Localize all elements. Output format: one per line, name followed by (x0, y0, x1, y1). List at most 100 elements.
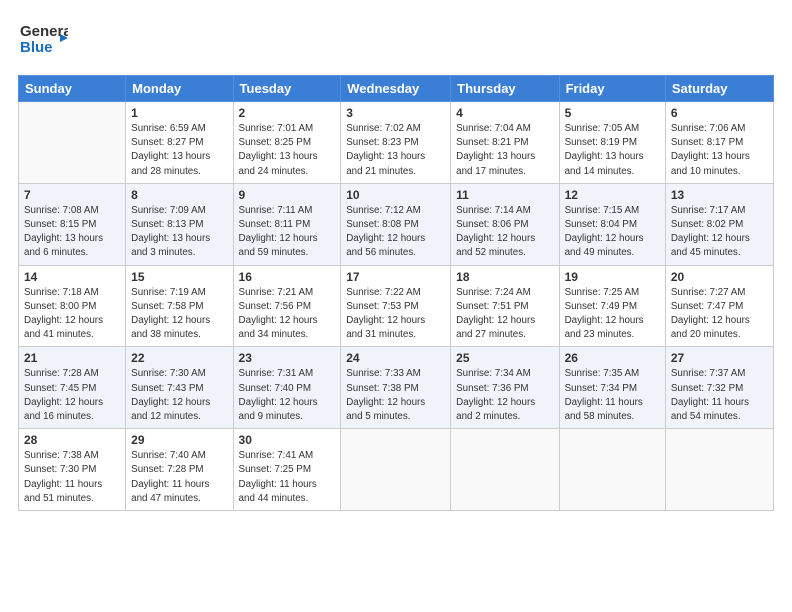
logo-icon: General Blue (18, 16, 68, 60)
day-number: 14 (24, 270, 120, 284)
day-number: 7 (24, 188, 120, 202)
day-number: 13 (671, 188, 768, 202)
day-info: Sunrise: 7:08 AM Sunset: 8:15 PM Dayligh… (24, 204, 120, 261)
day-number: 24 (346, 351, 445, 365)
calendar-cell (341, 429, 451, 511)
day-number: 6 (671, 106, 768, 120)
day-number: 21 (24, 351, 120, 365)
day-info: Sunrise: 7:17 AM Sunset: 8:02 PM Dayligh… (671, 204, 768, 261)
day-info: Sunrise: 7:12 AM Sunset: 8:08 PM Dayligh… (346, 204, 445, 261)
day-info: Sunrise: 7:37 AM Sunset: 7:32 PM Dayligh… (671, 367, 768, 424)
day-header-friday: Friday (559, 76, 665, 102)
calendar-table: SundayMondayTuesdayWednesdayThursdayFrid… (18, 75, 774, 511)
day-number: 29 (131, 433, 227, 447)
calendar-cell: 29 Sunrise: 7:40 AM Sunset: 7:28 PM Dayli… (126, 429, 233, 511)
day-info: Sunrise: 7:30 AM Sunset: 7:43 PM Dayligh… (131, 367, 227, 424)
day-number: 12 (565, 188, 660, 202)
calendar-cell: 30 Sunrise: 7:41 AM Sunset: 7:25 PM Dayli… (233, 429, 341, 511)
day-info: Sunrise: 7:38 AM Sunset: 7:30 PM Dayligh… (24, 449, 120, 506)
day-number: 25 (456, 351, 553, 365)
day-info: Sunrise: 6:59 AM Sunset: 8:27 PM Dayligh… (131, 122, 227, 179)
calendar-cell: 4Sunrise: 7:04 AM Sunset: 8:21 PM Daylig… (451, 102, 559, 184)
day-info: Sunrise: 7:22 AM Sunset: 7:53 PM Dayligh… (346, 286, 445, 343)
calendar-cell (19, 102, 126, 184)
day-number: 27 (671, 351, 768, 365)
calendar-cell: 19 Sunrise: 7:25 AM Sunset: 7:49 PM Dayli… (559, 265, 665, 347)
day-number: 1 (131, 106, 227, 120)
calendar-cell: 5 Sunrise: 7:05 AM Sunset: 8:19 PM Daylig… (559, 102, 665, 184)
calendar-week-1: 1 Sunrise: 6:59 AM Sunset: 8:27 PM Daylig… (19, 102, 774, 184)
calendar-cell: 2 Sunrise: 7:01 AM Sunset: 8:25 PM Daylig… (233, 102, 341, 184)
calendar-cell: 14 Sunrise: 7:18 AM Sunset: 8:00 PM Dayli… (19, 265, 126, 347)
calendar-cell: 21 Sunrise: 7:28 AM Sunset: 7:45 PM Dayli… (19, 347, 126, 429)
day-info: Sunrise: 7:40 AM Sunset: 7:28 PM Dayligh… (131, 449, 227, 506)
day-info: Sunrise: 7:01 AM Sunset: 8:25 PM Dayligh… (239, 122, 336, 179)
calendar-cell: 27 Sunrise: 7:37 AM Sunset: 7:32 PM Dayli… (665, 347, 773, 429)
calendar-header-row: SundayMondayTuesdayWednesdayThursdayFrid… (19, 76, 774, 102)
calendar-cell: 28 Sunrise: 7:38 AM Sunset: 7:30 PM Dayli… (19, 429, 126, 511)
calendar-cell: 25 Sunrise: 7:34 AM Sunset: 7:36 PM Dayli… (451, 347, 559, 429)
day-number: 3 (346, 106, 445, 120)
day-info: Sunrise: 7:35 AM Sunset: 7:34 PM Dayligh… (565, 367, 660, 424)
logo: General Blue (18, 16, 68, 65)
calendar-week-4: 21 Sunrise: 7:28 AM Sunset: 7:45 PM Dayli… (19, 347, 774, 429)
day-number: 30 (239, 433, 336, 447)
day-header-sunday: Sunday (19, 76, 126, 102)
day-number: 23 (239, 351, 336, 365)
calendar-cell: 7 Sunrise: 7:08 AM Sunset: 8:15 PM Daylig… (19, 183, 126, 265)
day-info: Sunrise: 7:02 AM Sunset: 8:23 PM Dayligh… (346, 122, 445, 179)
day-number: 5 (565, 106, 660, 120)
day-number: 22 (131, 351, 227, 365)
calendar-cell: 9 Sunrise: 7:11 AM Sunset: 8:11 PM Daylig… (233, 183, 341, 265)
day-header-wednesday: Wednesday (341, 76, 451, 102)
calendar-cell: 8 Sunrise: 7:09 AM Sunset: 8:13 PM Daylig… (126, 183, 233, 265)
day-info: Sunrise: 7:06 AM Sunset: 8:17 PM Dayligh… (671, 122, 768, 179)
day-info: Sunrise: 7:24 AM Sunset: 7:51 PM Dayligh… (456, 286, 553, 343)
day-info: Sunrise: 7:04 AM Sunset: 8:21 PM Dayligh… (456, 122, 553, 179)
day-number: 26 (565, 351, 660, 365)
day-info: Sunrise: 7:34 AM Sunset: 7:36 PM Dayligh… (456, 367, 553, 424)
day-number: 9 (239, 188, 336, 202)
calendar-cell: 18 Sunrise: 7:24 AM Sunset: 7:51 PM Dayli… (451, 265, 559, 347)
calendar-week-3: 14 Sunrise: 7:18 AM Sunset: 8:00 PM Dayli… (19, 265, 774, 347)
day-number: 16 (239, 270, 336, 284)
day-header-monday: Monday (126, 76, 233, 102)
day-info: Sunrise: 7:09 AM Sunset: 8:13 PM Dayligh… (131, 204, 227, 261)
calendar-cell: 1 Sunrise: 6:59 AM Sunset: 8:27 PM Daylig… (126, 102, 233, 184)
day-info: Sunrise: 7:41 AM Sunset: 7:25 PM Dayligh… (239, 449, 336, 506)
day-info: Sunrise: 7:28 AM Sunset: 7:45 PM Dayligh… (24, 367, 120, 424)
calendar-cell (451, 429, 559, 511)
day-header-saturday: Saturday (665, 76, 773, 102)
day-number: 19 (565, 270, 660, 284)
day-header-tuesday: Tuesday (233, 76, 341, 102)
day-info: Sunrise: 7:11 AM Sunset: 8:11 PM Dayligh… (239, 204, 336, 261)
day-number: 20 (671, 270, 768, 284)
day-info: Sunrise: 7:27 AM Sunset: 7:47 PM Dayligh… (671, 286, 768, 343)
svg-text:Blue: Blue (20, 39, 53, 56)
day-info: Sunrise: 7:15 AM Sunset: 8:04 PM Dayligh… (565, 204, 660, 261)
calendar-cell (665, 429, 773, 511)
calendar-cell: 10Sunrise: 7:12 AM Sunset: 8:08 PM Dayli… (341, 183, 451, 265)
calendar-cell: 12 Sunrise: 7:15 AM Sunset: 8:04 PM Dayli… (559, 183, 665, 265)
day-number: 2 (239, 106, 336, 120)
calendar-cell: 26 Sunrise: 7:35 AM Sunset: 7:34 PM Dayli… (559, 347, 665, 429)
day-info: Sunrise: 7:33 AM Sunset: 7:38 PM Dayligh… (346, 367, 445, 424)
calendar-cell: 24 Sunrise: 7:33 AM Sunset: 7:38 PM Dayli… (341, 347, 451, 429)
calendar-cell: 16 Sunrise: 7:21 AM Sunset: 7:56 PM Dayli… (233, 265, 341, 347)
day-info: Sunrise: 7:21 AM Sunset: 7:56 PM Dayligh… (239, 286, 336, 343)
calendar-cell: 22 Sunrise: 7:30 AM Sunset: 7:43 PM Dayli… (126, 347, 233, 429)
calendar-cell: 17Sunrise: 7:22 AM Sunset: 7:53 PM Dayli… (341, 265, 451, 347)
day-info: Sunrise: 7:05 AM Sunset: 8:19 PM Dayligh… (565, 122, 660, 179)
calendar-week-2: 7 Sunrise: 7:08 AM Sunset: 8:15 PM Daylig… (19, 183, 774, 265)
day-number: 18 (456, 270, 553, 284)
day-number: 28 (24, 433, 120, 447)
day-header-thursday: Thursday (451, 76, 559, 102)
calendar-cell: 23Sunrise: 7:31 AM Sunset: 7:40 PM Dayli… (233, 347, 341, 429)
calendar-cell (559, 429, 665, 511)
calendar-cell: 3 Sunrise: 7:02 AM Sunset: 8:23 PM Daylig… (341, 102, 451, 184)
day-info: Sunrise: 7:18 AM Sunset: 8:00 PM Dayligh… (24, 286, 120, 343)
calendar-cell: 20 Sunrise: 7:27 AM Sunset: 7:47 PM Dayli… (665, 265, 773, 347)
day-number: 8 (131, 188, 227, 202)
day-info: Sunrise: 7:25 AM Sunset: 7:49 PM Dayligh… (565, 286, 660, 343)
day-number: 15 (131, 270, 227, 284)
